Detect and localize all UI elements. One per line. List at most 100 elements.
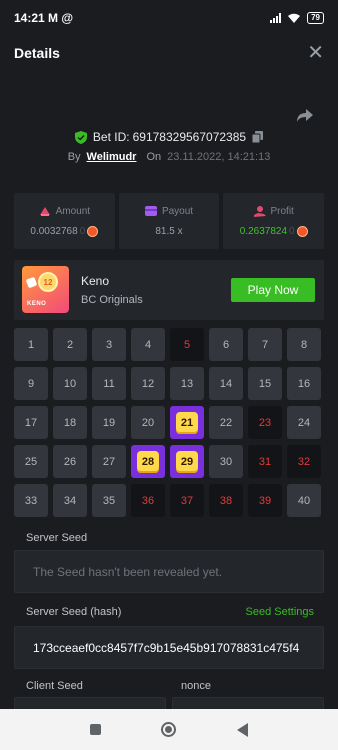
keno-hit-number: 29 [176, 450, 198, 473]
home-icon[interactable] [161, 722, 177, 737]
client-seed-label: Client Seed [26, 680, 83, 692]
keno-cell-30: 30 [209, 445, 243, 478]
keno-cell-36: 36 [131, 484, 165, 517]
copy-icon[interactable] [252, 131, 264, 143]
keno-cell-40: 40 [287, 484, 321, 517]
keno-cell-12: 12 [131, 367, 165, 400]
bet-id-row: Bet ID: 69178329567072385 [0, 130, 338, 144]
keno-cell-8: 8 [287, 328, 321, 361]
nonce-field[interactable] [172, 697, 324, 709]
game-card: 12 KENO Keno BC Originals Play Now [14, 260, 324, 320]
keno-cell-28: 28 [131, 445, 165, 478]
keno-thumbnail[interactable]: 12 KENO [22, 266, 69, 313]
user-link[interactable]: Welimudr [87, 151, 137, 163]
profit-hand-icon [253, 205, 266, 217]
stat-payout: Payout 81.5 x [118, 193, 220, 249]
keno-cell-7: 7 [248, 328, 282, 361]
stat-profit-trailing-zero: 0 [289, 225, 295, 237]
keno-cell-11: 11 [92, 367, 126, 400]
keno-cell-37: 37 [170, 484, 204, 517]
keno-board: 1 2 3 4 5 6 7 8 9 10 11 12 13 14 15 16 17 18 19 20 21 22 23 24 2… [14, 328, 324, 517]
keno-cell-35: 35 [92, 484, 126, 517]
keno-cell-9: 9 [14, 367, 48, 400]
on-label: On [146, 151, 162, 163]
stat-payout-label: Payout [161, 205, 194, 217]
keno-cell-4: 4 [131, 328, 165, 361]
system-nav-bar [0, 709, 338, 750]
seed-settings-link[interactable]: Seed Settings [246, 606, 315, 618]
keno-cell-20: 20 [131, 406, 165, 439]
close-icon[interactable]: ✕ [307, 43, 324, 63]
currency-coin-icon [87, 225, 99, 237]
keno-hit-number: 21 [176, 411, 198, 434]
stat-amount: Amount 0.0032768 0 [14, 193, 115, 249]
keno-cell-6: 6 [209, 328, 243, 361]
keno-cell-14: 14 [209, 367, 243, 400]
keno-cell-5: 5 [170, 328, 204, 361]
shield-check-icon [74, 130, 87, 144]
client-seed-field[interactable] [14, 697, 166, 709]
battery-icon: 79 [307, 12, 324, 24]
server-seed-field: The Seed hasn't been revealed yet. [14, 550, 324, 593]
stat-payout-header: Payout [144, 205, 194, 217]
keno-cell-31: 31 [248, 445, 282, 478]
currency-coin-icon [296, 225, 308, 237]
keno-cell-22: 22 [209, 406, 243, 439]
bet-byline: By Welimudr On 23.11.2022, 14:21:13 [0, 151, 338, 163]
server-seed-hash-label: Server Seed (hash) [26, 606, 122, 618]
mail-icon: M [48, 11, 59, 25]
keno-cell-27: 27 [92, 445, 126, 478]
keno-cell-18: 18 [53, 406, 87, 439]
wifi-icon [288, 13, 301, 23]
bet-details-screen: 14:21 M @ 79 Details ✕ Bet ID: 691783295… [0, 0, 338, 750]
share-icon[interactable] [296, 106, 314, 124]
bet-id-value: 69178329567072385 [132, 130, 247, 144]
keno-cell-21: 21 [170, 406, 204, 439]
bet-chip-icon [39, 206, 50, 216]
dice-icon [25, 276, 38, 289]
wallet-icon [144, 206, 157, 216]
keno-cell-24: 24 [287, 406, 321, 439]
page-title: Details [14, 45, 60, 61]
keno-cell-1: 1 [14, 328, 48, 361]
details-header: Details ✕ [0, 36, 338, 70]
keno-cell-38: 38 [209, 484, 243, 517]
keno-cell-16: 16 [287, 367, 321, 400]
at-icon: @ [61, 11, 74, 25]
keno-cell-39: 39 [248, 484, 282, 517]
stat-profit-value-row: 0.2637824 0 [239, 225, 308, 237]
stat-amount-trailing-zero: 0 [79, 225, 86, 237]
keno-cell-19: 19 [92, 406, 126, 439]
keno-thumb-label: KENO [27, 301, 47, 307]
keno-cell-32: 32 [287, 445, 321, 478]
stat-amount-label: Amount [55, 205, 91, 217]
server-seed-label: Server Seed [26, 532, 88, 544]
keno-cell-23: 23 [248, 406, 282, 439]
stat-profit-value: 0.2637824 [239, 225, 288, 237]
recents-icon[interactable] [90, 724, 102, 735]
keno-cell-33: 33 [14, 484, 48, 517]
game-provider: BC Originals [81, 294, 143, 306]
keno-cell-25: 25 [14, 445, 48, 478]
keno-cell-34: 34 [53, 484, 87, 517]
keno-cell-2: 2 [53, 328, 87, 361]
nonce-label: nonce [181, 680, 211, 692]
keno-cell-17: 17 [14, 406, 48, 439]
stat-profit-label: Profit [270, 205, 294, 217]
clock: 14:21 [14, 11, 45, 25]
stat-amount-value-row: 0.0032768 0 [30, 225, 99, 237]
keno-cell-26: 26 [53, 445, 87, 478]
bet-stats: Amount 0.0032768 0 Payout 81.5 x Profit 0… [14, 193, 325, 249]
keno-cell-10: 10 [53, 367, 87, 400]
stat-amount-value: 0.0032768 [30, 225, 78, 237]
play-now-button[interactable]: Play Now [231, 278, 315, 302]
stat-amount-header: Amount [39, 206, 90, 217]
stat-payout-value: 81.5 x [155, 225, 183, 237]
stat-profit: Profit 0.2637824 0 [223, 193, 325, 249]
bet-id-label: Bet ID: [92, 130, 130, 144]
by-label: By [67, 151, 81, 163]
stat-profit-header: Profit [253, 205, 294, 217]
game-name: Keno [81, 274, 110, 288]
server-seed-hash-field[interactable]: 173cceaef0cc8457f7c9b15e45b917078831c475… [14, 626, 324, 669]
back-icon[interactable] [236, 722, 248, 737]
